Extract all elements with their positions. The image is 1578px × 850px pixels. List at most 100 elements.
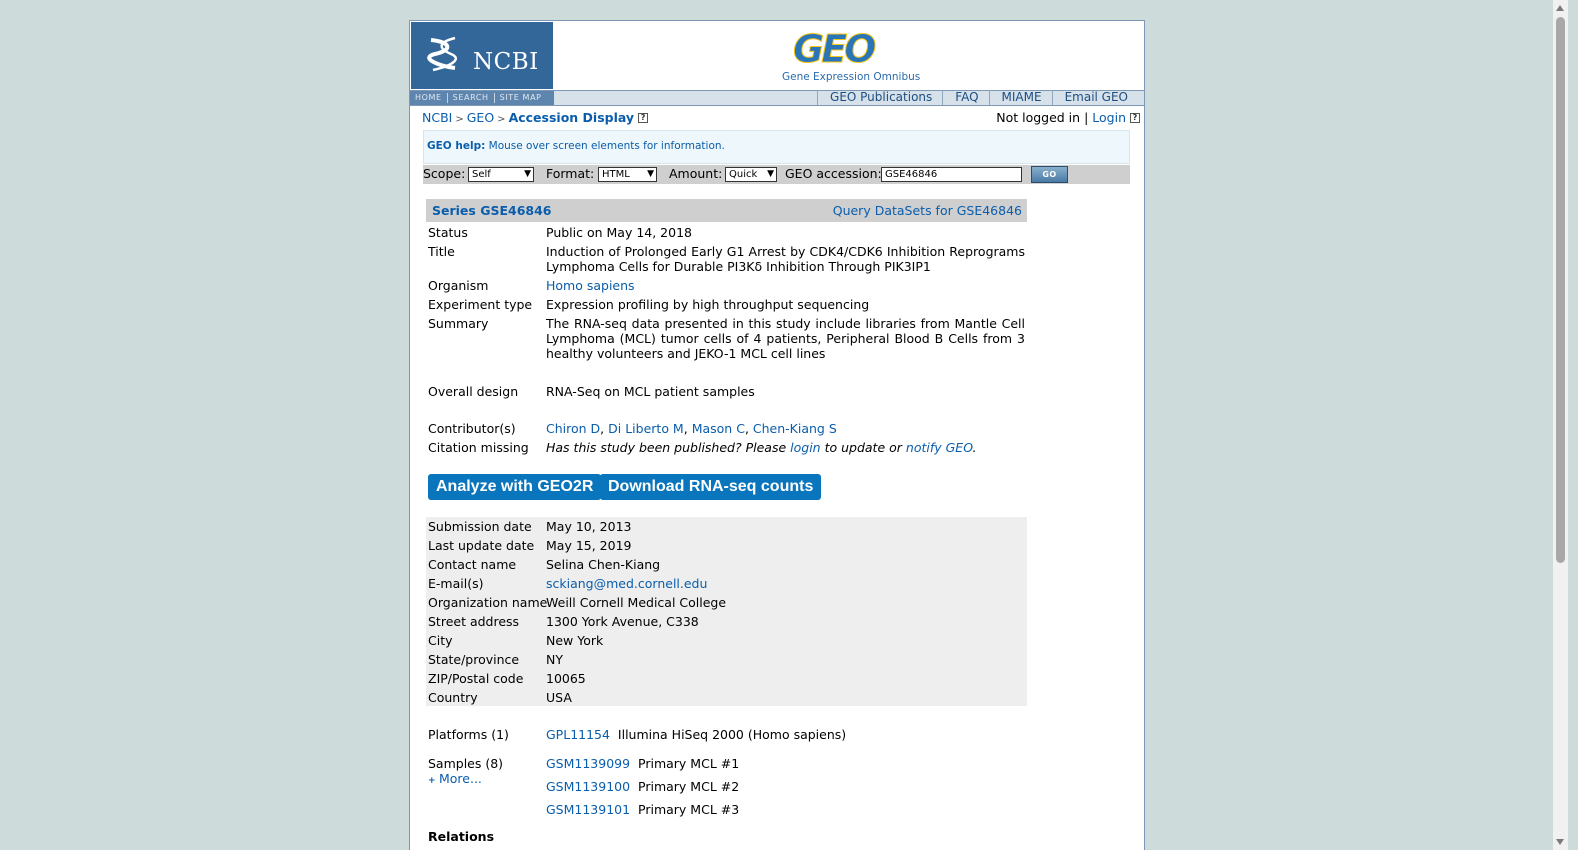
city-value: New York [546, 633, 604, 648]
scroll-down-icon[interactable] [1556, 839, 1564, 845]
city-label: City [428, 633, 453, 648]
samples-label: Samples (8) [428, 756, 504, 771]
format-label: Format: [546, 166, 595, 181]
geo-logo-subtitle: Gene Expression Omnibus [782, 71, 921, 83]
scroll-thumb[interactable] [1556, 17, 1565, 563]
accession-value: GSE46846 [885, 169, 938, 180]
breadcrumb-geo[interactable]: GEO [467, 110, 494, 125]
login-link[interactable]: Login [1092, 110, 1126, 125]
series-title: Series GSE46846 [432, 203, 552, 218]
street-label: Street address [428, 614, 520, 629]
email-label: E-mail(s) [428, 576, 484, 591]
platform-desc: Illumina HiSeq 2000 (Homo sapiens) [617, 727, 847, 742]
login-separator: | [1084, 110, 1089, 125]
ncbi-logo[interactable]: NCBI [411, 22, 553, 89]
nav-miame[interactable]: MIAME [988, 90, 1052, 105]
nav-email-geo[interactable]: Email GEO [1051, 90, 1138, 105]
ncbi-nav: HOME SEARCH SITE MAP [410, 91, 554, 105]
contributors-label: Contributor(s) [428, 421, 516, 436]
header: NCBI GEO Gene Expression Omnibus [410, 21, 1144, 90]
state-label: State/province [428, 652, 520, 667]
citation-text: Has this study been published? Please [546, 440, 787, 455]
scope-select[interactable]: Self ▼ [468, 167, 534, 182]
citation-label: Citation missing [428, 440, 529, 455]
citation-text: to update or [824, 440, 902, 455]
series-header: Series GSE46846 Query DataSets for GSE46… [426, 199, 1027, 222]
contributor-link[interactable]: Chen-Kiang S [753, 421, 837, 436]
sample-link[interactable]: GSM1139100 [546, 779, 630, 794]
nav-home[interactable]: HOME [410, 93, 448, 103]
dna-helix-icon [427, 36, 458, 72]
summary-value: The RNA-seq data presented in this study… [546, 316, 1025, 361]
login-help-icon[interactable]: ? [1130, 113, 1140, 123]
contributor-sep: , [683, 421, 688, 436]
help-text: Mouse over screen elements for informati… [488, 140, 725, 152]
chevron-down-icon: ▼ [647, 169, 654, 179]
sample-link[interactable]: GSM1139101 [546, 802, 630, 817]
nav-site-map[interactable]: SITE MAP [495, 93, 547, 103]
geo-logo-text: GEO [792, 27, 876, 72]
sample-item: GSM1139100 Primary MCL #2 [546, 779, 1025, 794]
contact-name-label: Contact name [428, 557, 517, 572]
notify-geo-link[interactable]: notify GEO [906, 440, 973, 455]
platforms-label: Platforms (1) [428, 727, 509, 742]
sample-item: GSM1139099 Primary MCL #1 [546, 756, 1025, 771]
title-value: Induction of Prolonged Early G1 Arrest b… [546, 244, 1025, 274]
nav-geo-publications[interactable]: GEO Publications [817, 90, 942, 105]
sample-desc: Primary MCL #1 [638, 756, 740, 771]
help-box: GEO help: Mouse over screen elements for… [423, 130, 1130, 164]
breadcrumb-current: Accession Display [508, 110, 635, 125]
experiment-type-label: Experiment type [428, 297, 533, 312]
sample-desc: Primary MCL #3 [638, 802, 740, 817]
accession-input[interactable]: GSE46846 [881, 167, 1022, 182]
contributors-value: Chiron D, Di Liberto M, Mason C, Chen-Ki… [546, 421, 1025, 436]
download-rnaseq-counts-button[interactable]: Download RNA-seq counts [600, 474, 822, 500]
last-update-value: May 15, 2019 [546, 538, 632, 553]
scroll-up-icon[interactable] [1556, 5, 1564, 11]
help-icon[interactable]: ? [638, 113, 649, 123]
contributor-link[interactable]: Chiron D [546, 421, 600, 436]
amount-select[interactable]: Quick ▼ [725, 167, 777, 182]
platform-item: GPL11154 Illumina HiSeq 2000 (Homo sapie… [546, 727, 1025, 742]
platform-link[interactable]: GPL11154 [546, 727, 610, 742]
overall-design-value: RNA-Seq on MCL patient samples [546, 384, 755, 399]
organism-label: Organism [428, 278, 489, 293]
query-bar: Scope: Self ▼ Format: HTML ▼ Amount: Quick… [423, 165, 1130, 184]
contributor-sep: , [744, 421, 749, 436]
submission-date-label: Submission date [428, 519, 532, 534]
accession-label: GEO accession: [785, 166, 882, 181]
citation-login-link[interactable]: login [790, 440, 820, 455]
amount-label: Amount: [669, 166, 723, 181]
vertical-scrollbar[interactable] [1553, 0, 1568, 850]
country-value: USA [546, 690, 572, 705]
contributor-link[interactable]: Mason C [692, 421, 745, 436]
scope-label: Scope: [423, 166, 466, 181]
breadcrumb-ncbi[interactable]: NCBI [422, 110, 452, 125]
breadcrumb: NCBI > GEO > Accession Display? [422, 110, 649, 125]
header-nav-bar: HOME SEARCH SITE MAP GEO Publications FA… [410, 90, 1144, 106]
organism-link[interactable]: Homo sapiens [546, 278, 1025, 293]
organization-label: Organization name [428, 595, 548, 610]
login-area: Not logged in | Login? [996, 110, 1140, 125]
chevron-down-icon: ▼ [767, 169, 774, 179]
contributor-sep: , [600, 421, 605, 436]
sample-link[interactable]: GSM1139099 [546, 756, 630, 771]
submission-date-value: May 10, 2013 [546, 519, 632, 534]
email-link[interactable]: sckiang@med.cornell.edu [546, 576, 1025, 591]
analyze-geo2r-button[interactable]: Analyze with GEO2R [428, 474, 602, 500]
samples-row: Samples (8) + More... GSM1139099 Primary … [428, 756, 1027, 817]
go-button[interactable]: GO [1031, 166, 1068, 183]
state-value: NY [546, 652, 563, 667]
samples-more[interactable]: + More... [428, 771, 482, 786]
citation-end: . [972, 440, 977, 455]
query-datasets-link[interactable]: Query DataSets for GSE46846 [833, 203, 1022, 218]
nav-faq[interactable]: FAQ [942, 90, 988, 105]
contributor-link[interactable]: Di Liberto M [608, 421, 684, 436]
format-select[interactable]: HTML ▼ [598, 167, 657, 182]
samples-more-link[interactable]: More... [439, 771, 482, 786]
ncbi-logo-text: NCBI [473, 49, 539, 75]
country-label: Country [428, 690, 478, 705]
nav-search[interactable]: SEARCH [448, 93, 495, 103]
geo-logo[interactable]: GEO Gene Expression Omnibus [554, 21, 1144, 90]
zip-label: ZIP/Postal code [428, 671, 524, 686]
